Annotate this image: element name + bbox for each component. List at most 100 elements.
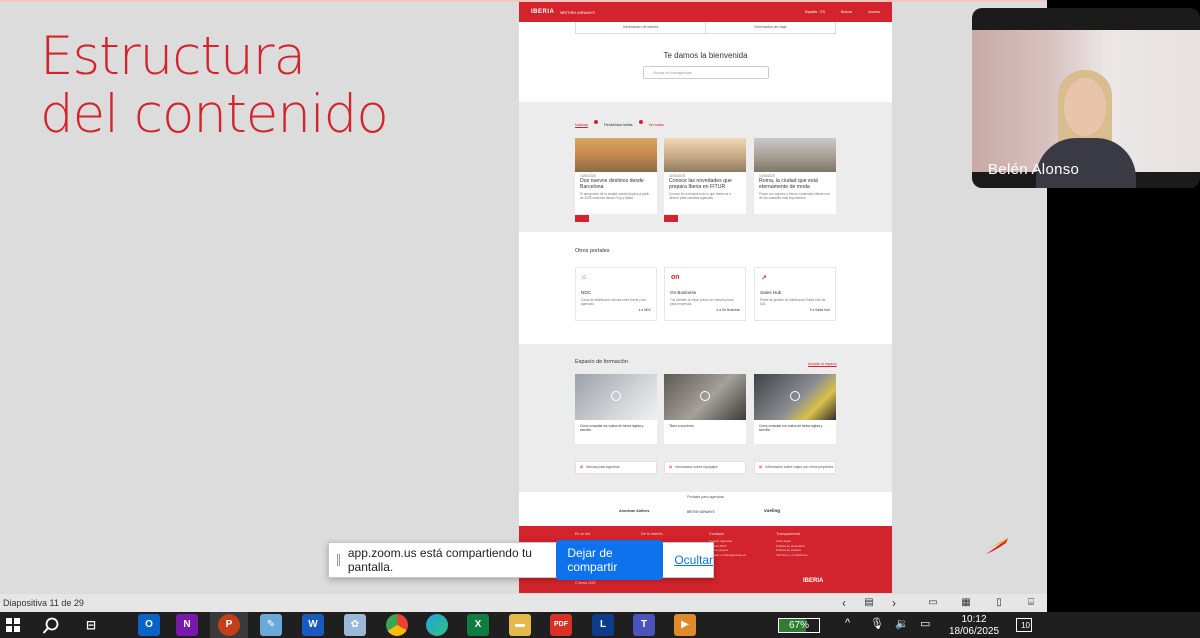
hide-button[interactable]: Ocultar [674, 553, 713, 567]
participant-name: Belén Alonso [988, 161, 1080, 178]
portals-section: Otros portales ⌂ NDC Canal de distribuci… [519, 232, 892, 344]
onenote-icon[interactable]: N [176, 614, 198, 636]
external-link-icon: ↗ [761, 275, 767, 282]
home-icon: ⌂ [582, 274, 587, 281]
powerpoint-icon[interactable]: P [218, 614, 240, 636]
training-card-title: Cómo consultar tus vuelos de forma rápid… [580, 424, 644, 432]
search-icon[interactable] [42, 617, 60, 635]
microphone-icon[interactable]: 🎙 [870, 617, 884, 630]
chevron-up-icon[interactable]: ^ [845, 617, 850, 629]
pdf-reader-icon[interactable]: PDF [550, 614, 572, 636]
site-welcome: Te damos la bienvenida [663, 51, 748, 60]
chrome-icon[interactable] [386, 614, 408, 636]
screen-share-bar: app.zoom.us está compartiendo tu pantall… [328, 540, 714, 580]
pdf-icon: ▤ [759, 465, 763, 469]
media-player-icon[interactable]: ▶ [674, 614, 696, 636]
l-app-icon[interactable]: L [592, 614, 614, 636]
news-card-title: Dos nuevos destinos desde Barcelona [580, 178, 644, 190]
video-thumbnail [754, 374, 836, 420]
footer-link: Términos y condiciones [776, 552, 808, 557]
footer-col-title: Contacto [709, 532, 725, 536]
footer-col: Transparencia Aviso legal Política de pr… [776, 532, 808, 557]
news-card-title: Conoce las novedades que prepara Iberia … [669, 178, 732, 190]
stop-sharing-button[interactable]: Dejar de compartir [556, 540, 664, 580]
news-card: 11/06/2025 Conoce las novedades que prep… [664, 138, 746, 214]
site-nav-language: España · ES [804, 10, 826, 14]
clock-time: 10:12 [961, 614, 987, 625]
training-card: Cómo consultar tus vuelos de forma rápid… [754, 374, 836, 444]
footer-col-title: Transparencia [776, 532, 801, 536]
word-icon[interactable]: W [302, 614, 324, 636]
vueling-logo: vueling [764, 508, 781, 513]
site-header: IBERIA BRITISH AIRWAYS España · ES Busca… [519, 2, 892, 22]
presenter-view-icon[interactable]: ⌸ [1022, 595, 1040, 611]
windows-start-icon[interactable] [6, 618, 20, 632]
battery-percent: 67% [788, 620, 809, 631]
portal-card-onbusiness: on On Business Tus clientes al mejor pre… [664, 267, 746, 321]
portal-text: Canal de distribución directa entre Iber… [581, 298, 646, 306]
footer-logo: IBERIA [803, 578, 824, 584]
website-screenshot: IBERIA BRITISH AIRWAYS España · ES Busca… [519, 2, 892, 593]
presentation-status-bar: Diapositiva 11 de 29 ‹ ▤ › ▭ ▦ ▯ ⌸ [0, 594, 1047, 612]
partner-logo: BRITISH AIRWAYS [560, 9, 595, 15]
participant-face [1064, 78, 1106, 136]
drag-handle-icon[interactable] [337, 554, 340, 566]
notes-app-icon[interactable]: ✎ [260, 614, 282, 636]
iberia-brand-icon [986, 538, 1008, 554]
british-airways-logo: BRITISH AIRWAYS [687, 510, 715, 514]
reading-view-icon[interactable]: ▯ [990, 595, 1008, 611]
news-tab-flex: Flexibilidad tarifas [603, 123, 633, 127]
system-clock[interactable]: 10:12 18/06/2025 [944, 614, 1004, 638]
news-tabs: Noticias Flexibilidad tarifas Ver todas [575, 120, 664, 128]
paint-icon[interactable]: ✿ [344, 614, 366, 636]
training-card: Tituto a una línea [664, 374, 746, 444]
portals-title: Otros portales [575, 248, 610, 254]
clock-date: 18/06/2025 [948, 626, 1000, 637]
next-slide-icon[interactable]: › [885, 595, 903, 611]
news-tab-news: Noticias [575, 123, 588, 128]
news-badge [593, 120, 598, 124]
battery-indicator[interactable]: 67% [778, 618, 820, 633]
edge-icon[interactable] [426, 614, 448, 636]
doc-chip-label: Manual para agencias [586, 465, 620, 469]
training-title: Espacio de formación [575, 359, 628, 365]
play-icon [790, 391, 800, 401]
news-card-button [575, 215, 589, 222]
battery-icon[interactable]: ▭ [920, 617, 930, 630]
footer-col: De tu interés [641, 532, 663, 536]
doc-chip: ▤ Información sobre viajes con niños pequ… [754, 461, 836, 474]
slide-grid-icon[interactable]: ▤ [860, 595, 878, 611]
doc-chip: ▤ Manual para agencias [575, 461, 657, 474]
doc-chip-label: Información sobre viajes con niños peque… [765, 465, 834, 469]
training-card: Cómo consultar tus vuelos de forma rápid… [575, 374, 657, 444]
news-card-button [664, 215, 678, 222]
doc-chip: ▤ Información sobre equipajes [664, 461, 746, 474]
iberia-logo: IBERIA [531, 9, 555, 15]
volume-icon[interactable]: 🔉 [895, 617, 909, 630]
task-view-icon[interactable]: ⊟ [80, 614, 102, 636]
site-nav-login: Acceso [868, 10, 880, 14]
news-card: 13/06/2025 Dos nuevos destinos desde Bar… [575, 138, 657, 214]
slide-sorter-icon[interactable]: ▦ [957, 595, 975, 611]
portal-text: Tus clientes al mejor precio en nuestro … [670, 298, 734, 306]
notification-icon[interactable]: 10 [1016, 618, 1032, 632]
outlook-icon[interactable]: O [138, 614, 160, 636]
teams-icon[interactable]: T [633, 614, 655, 636]
news-section: Noticias Flexibilidad tarifas Ver todas … [519, 102, 892, 232]
previous-slide-icon[interactable]: ‹ [835, 595, 853, 611]
slide-title-line-2: del contenido [40, 84, 389, 145]
normal-view-icon[interactable]: ▭ [924, 595, 942, 611]
news-card-text: El aeropuerto de la ciudad condal duplic… [580, 192, 650, 200]
news-card-text: Ponen los mejores y frenos contenidos de… [759, 192, 830, 200]
share-message: app.zoom.us está compartiendo tu pantall… [347, 546, 532, 574]
slide-title-line-1: Estructura [40, 26, 306, 87]
site-nav: España · ES Buscar Acceso [805, 10, 880, 14]
training-card-title: Cómo consultar tus vuelos de forma rápid… [759, 424, 823, 432]
file-explorer-icon[interactable]: ▬ [509, 614, 531, 636]
footer-col: Contacto Contact agencias Contact NDC Vu… [709, 532, 746, 557]
participant-video[interactable]: Belén Alonso [972, 8, 1200, 188]
play-icon [700, 391, 710, 401]
excel-icon[interactable]: X [467, 614, 489, 636]
site-tab-interest: Información de interés [622, 25, 659, 29]
news-card-image [754, 138, 836, 172]
